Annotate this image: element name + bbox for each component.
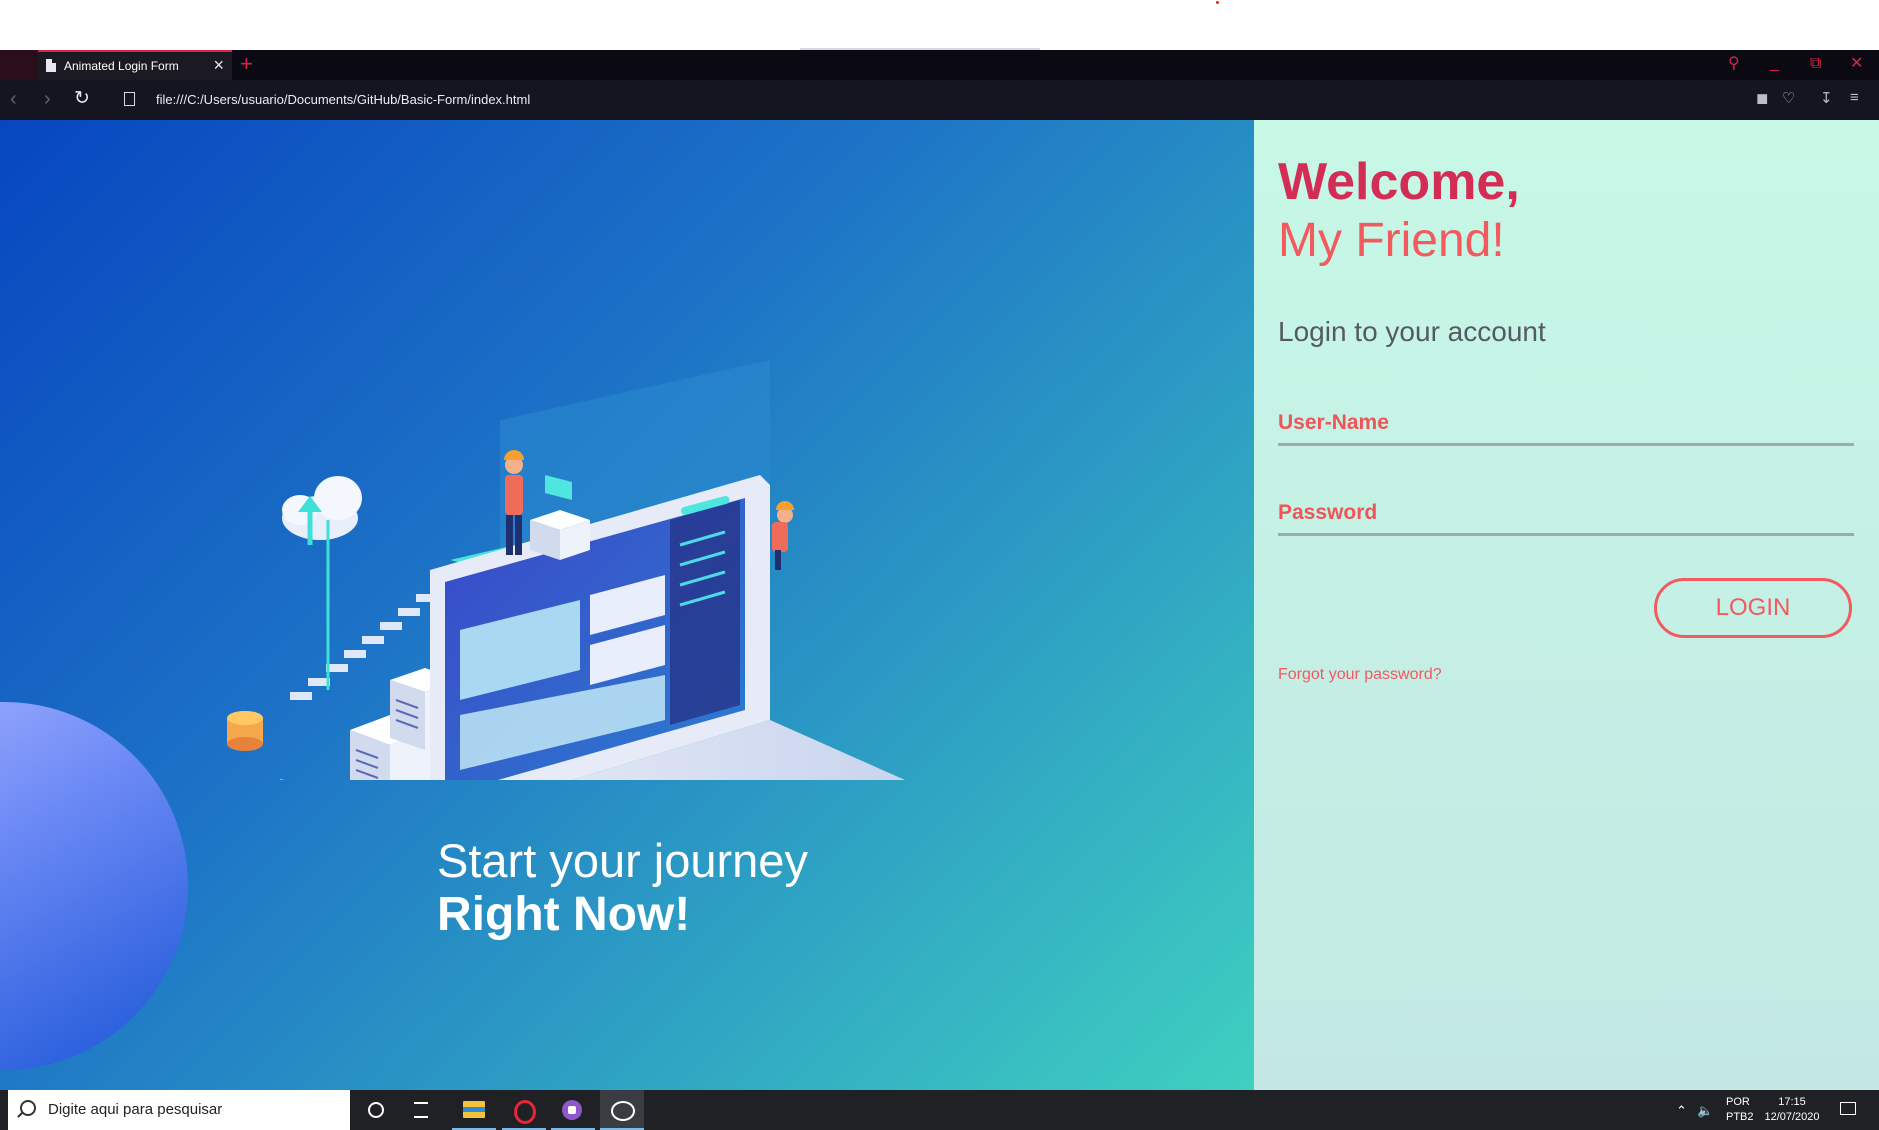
clock-time: 17:15: [1778, 1096, 1806, 1108]
login-panel: Welcome, My Friend! Login to your accoun…: [1254, 120, 1879, 1090]
reload-icon[interactable]: ↻: [74, 89, 90, 109]
new-tab-button[interactable]: +: [240, 52, 253, 76]
login-button[interactable]: LOGIN: [1654, 578, 1852, 638]
purple-app-icon: [562, 1100, 582, 1120]
coins-icon: [227, 711, 263, 751]
address-bar: ‹ › ↻ file:///C:/Users/usuario/Documents…: [0, 80, 1879, 120]
forward-icon[interactable]: ›: [44, 89, 51, 109]
restore-button[interactable]: ⧉: [1810, 54, 1821, 74]
tagline-line-2: Right Now!: [437, 888, 691, 941]
file-explorer-button[interactable]: [452, 1090, 496, 1130]
minimize-button[interactable]: _: [1770, 54, 1779, 74]
climbing-worker-figure: [772, 501, 794, 570]
browser-tab-bar: Animated Login Form × + ⚲ _ ⧉ ✕: [0, 50, 1879, 80]
easy-setup-icon[interactable]: ≡: [1850, 89, 1859, 106]
friend-heading: My Friend!: [1278, 214, 1505, 267]
sidebar-toggle[interactable]: [0, 50, 38, 80]
taskbar: Digite aqui para pesquisar ⌃ 🔈 POR PTB2 …: [0, 1090, 1879, 1130]
tray-chevron-icon[interactable]: ⌃: [1676, 1103, 1687, 1119]
close-tab-icon[interactable]: ×: [213, 55, 224, 75]
document-icon: [46, 59, 56, 72]
keyboard-layout: PTB2: [1726, 1111, 1754, 1123]
forgot-password-link[interactable]: Forgot your password?: [1278, 666, 1442, 684]
snapshot-icon[interactable]: ◼: [1756, 89, 1768, 107]
volume-icon[interactable]: 🔈: [1697, 1103, 1713, 1119]
url-field[interactable]: file:///C:/Users/usuario/Documents/GitHu…: [156, 92, 530, 107]
tab-title: Animated Login Form: [64, 59, 179, 73]
password-label: Password: [1278, 501, 1378, 524]
task-view-button[interactable]: [400, 1090, 444, 1130]
hero-panel: Start your journey Right Now!: [0, 120, 1254, 1090]
search-icon: [20, 1100, 36, 1116]
page-info-icon[interactable]: [124, 92, 135, 106]
close-window-button[interactable]: ✕: [1850, 54, 1863, 74]
tagline-line-1: Start your journey: [437, 834, 808, 887]
top-strip: [0, 0, 1879, 50]
page-viewport: Start your journey Right Now! Welcome, M…: [0, 120, 1879, 1090]
photos-icon: [611, 1101, 635, 1121]
username-label: User-Name: [1278, 411, 1389, 434]
taskbar-search[interactable]: Digite aqui para pesquisar: [8, 1090, 350, 1130]
clock[interactable]: 17:15 12/07/2020: [1762, 1095, 1822, 1125]
file-explorer-icon: [463, 1101, 485, 1118]
cortana-button[interactable]: [353, 1090, 397, 1130]
browser-tab[interactable]: Animated Login Form ×: [38, 50, 232, 80]
decorative-circle: [0, 702, 188, 1070]
purple-app-button[interactable]: [551, 1090, 595, 1130]
search-placeholder: Digite aqui para pesquisar: [48, 1101, 223, 1118]
task-view-icon: [414, 1102, 428, 1118]
welcome-heading: Welcome,: [1278, 153, 1520, 211]
photos-button[interactable]: [600, 1090, 644, 1130]
input-language[interactable]: POR PTB2: [1726, 1095, 1754, 1125]
username-field[interactable]: User-Name: [1278, 405, 1854, 446]
language-code: POR: [1726, 1096, 1750, 1108]
login-subtitle: Login to your account: [1278, 316, 1546, 347]
opera-icon: [514, 1100, 536, 1124]
opera-button[interactable]: [502, 1090, 546, 1130]
password-field[interactable]: Password: [1278, 495, 1854, 536]
cortana-icon: [368, 1102, 384, 1118]
search-tabs-icon[interactable]: ⚲: [1728, 54, 1740, 74]
back-icon[interactable]: ‹: [10, 89, 17, 109]
bookmark-heart-icon[interactable]: ♡: [1782, 89, 1795, 107]
red-dot: [1216, 1, 1219, 4]
laptop-illustration: [227, 360, 905, 780]
notification-icon[interactable]: [1840, 1102, 1856, 1115]
download-icon[interactable]: ↧: [1820, 89, 1833, 107]
tagline: Start your journey Right Now!: [437, 834, 808, 942]
clock-date: 12/07/2020: [1764, 1111, 1820, 1123]
